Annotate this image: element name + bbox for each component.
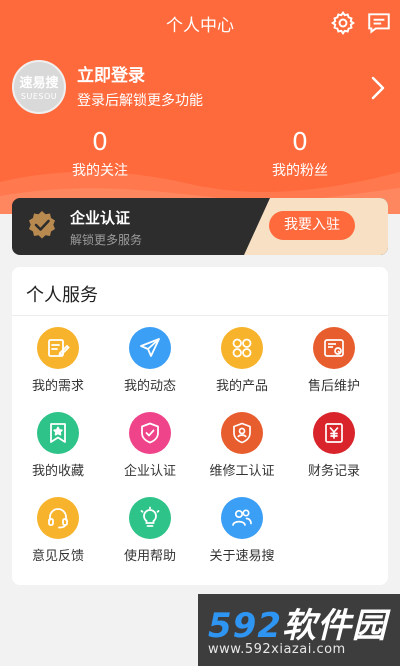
worker-badge-icon: [221, 412, 263, 454]
service-feedback[interactable]: 意见反馈: [12, 497, 104, 564]
service-favorites[interactable]: 我的收藏: [12, 412, 104, 479]
service-label: 企业认证: [123, 464, 176, 479]
service-label: 我的需求: [31, 379, 84, 394]
login-subtitle: 登录后解锁更多功能: [77, 93, 203, 109]
service-label: 我的产品: [215, 379, 268, 394]
service-enterprise-cert[interactable]: 企业认证: [104, 412, 196, 479]
avatar[interactable]: 速易搜 SUESOU: [12, 60, 66, 114]
join-button[interactable]: 我要入驻: [269, 211, 355, 240]
clover-icon: [221, 327, 263, 369]
watermark-logo: 592软件园: [208, 598, 387, 647]
avatar-logo-text: 速易搜: [19, 76, 59, 91]
watermark-logo-number: 592: [208, 606, 282, 646]
edit-note-icon: [37, 327, 79, 369]
verified-badge-icon: [26, 210, 58, 242]
cert-subtitle: 解锁更多服务: [70, 233, 143, 247]
following-count: 0: [92, 127, 108, 156]
lightbulb-icon: [129, 497, 171, 539]
service-label: 维修工认证: [209, 464, 275, 479]
service-my-needs[interactable]: 我的需求: [12, 327, 104, 394]
service-label: 我的收藏: [31, 464, 84, 479]
service-repair-cert[interactable]: 维修工认证: [196, 412, 288, 479]
login-link[interactable]: 立即登录: [77, 61, 145, 86]
service-after-sales[interactable]: 售后维护: [288, 327, 380, 394]
followers-label: 我的粉丝: [272, 163, 328, 179]
stat-following[interactable]: 0 我的关注: [40, 128, 160, 180]
service-my-posts[interactable]: 我的动态: [104, 327, 196, 394]
watermark-logo-text: 软件园: [281, 606, 387, 646]
personal-services-card: 个人服务 我的需求 我的动态 我的产品 售后维护 我的收藏 企业认证 维修工认证…: [12, 267, 388, 585]
service-label: 意见反馈: [31, 549, 84, 564]
bookmark-star-icon: [37, 412, 79, 454]
watermark: 592软件园 www.592xiazai.com: [198, 594, 400, 666]
service-label: 使用帮助: [123, 549, 176, 564]
service-my-products[interactable]: 我的产品: [196, 327, 288, 394]
shield-check-icon: [129, 412, 171, 454]
watermark-url: www.592xiazai.com: [208, 642, 346, 657]
headset-icon: [37, 497, 79, 539]
enterprise-cert-banner[interactable]: 企业认证 解锁更多服务 我要入驻: [12, 198, 388, 255]
followers-count: 0: [292, 127, 308, 156]
service-label: 财务记录: [307, 464, 360, 479]
message-icon[interactable]: [366, 10, 392, 36]
yen-receipt-icon: [313, 412, 355, 454]
wrench-card-icon: [313, 327, 355, 369]
service-label: 售后维护: [307, 379, 360, 394]
service-finance-records[interactable]: 财务记录: [288, 412, 380, 479]
gear-icon[interactable]: [330, 10, 356, 36]
services-title: 个人服务: [26, 285, 98, 306]
service-about[interactable]: 关于速易搜: [196, 497, 288, 564]
avatar-logo-subtext: SUESOU: [20, 92, 58, 101]
chevron-right-icon[interactable]: [368, 74, 388, 102]
service-label: 我的动态: [123, 379, 176, 394]
service-help[interactable]: 使用帮助: [104, 497, 196, 564]
following-label: 我的关注: [72, 163, 128, 179]
divider: [12, 315, 388, 316]
send-icon: [129, 327, 171, 369]
stat-followers[interactable]: 0 我的粉丝: [240, 128, 360, 180]
people-icon: [221, 497, 263, 539]
service-label: 关于速易搜: [209, 549, 275, 564]
cert-title: 企业认证: [70, 209, 131, 227]
profile-header: 个人中心 速易搜 SUESOU 立即登录 登录后解锁更多功能 0 我的关注 0 …: [0, 0, 400, 214]
